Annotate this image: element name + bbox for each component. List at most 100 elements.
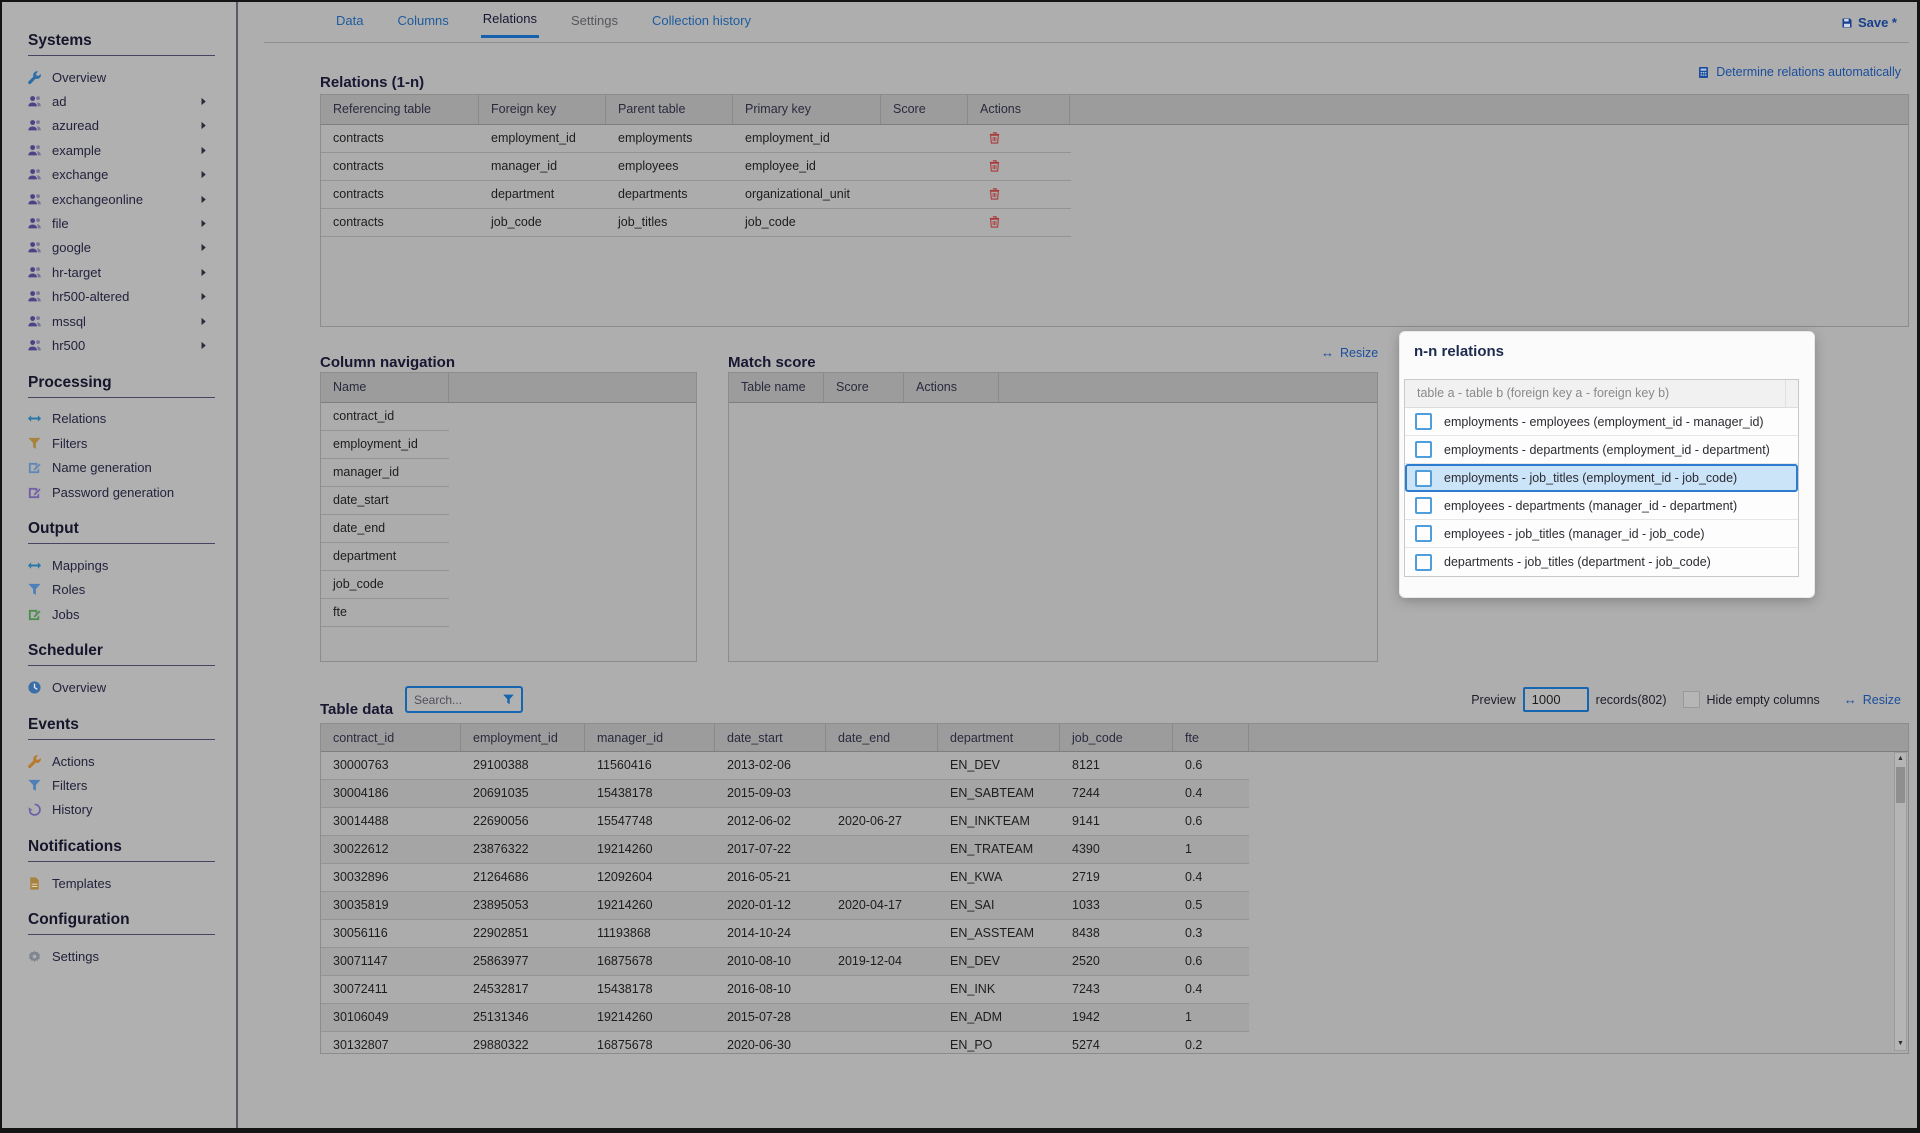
- delete-relation-button[interactable]: [988, 187, 1001, 204]
- nn-relations-table: table a - table b (foreign key a - forei…: [1404, 379, 1799, 577]
- sidebar-item-label: Overview: [52, 70, 106, 85]
- relation-checkbox[interactable]: [1415, 554, 1432, 571]
- sidebar-item-label: Roles: [52, 582, 85, 597]
- nn-relation-row[interactable]: employees - departments (manager_id - de…: [1405, 492, 1798, 520]
- sidebar-item[interactable]: Templates: [2, 871, 236, 895]
- tab[interactable]: Data: [334, 11, 365, 38]
- sidebar-item[interactable]: hr500: [2, 333, 236, 357]
- sidebar-item[interactable]: Relations: [2, 407, 236, 431]
- nn-relation-row[interactable]: departments - job_titles (department - j…: [1405, 548, 1798, 576]
- tab[interactable]: Columns: [395, 11, 450, 38]
- data-row: 30022612 23876322 19214260 2017-07-22 EN…: [321, 836, 1249, 864]
- tab[interactable]: Relations: [481, 11, 539, 38]
- match-score-resize-button[interactable]: ↔ Resize: [1315, 344, 1384, 361]
- arrows-teal-icon: [27, 411, 42, 426]
- relation-checkbox[interactable]: [1415, 413, 1432, 430]
- sidebar-section-title: Scheduler: [28, 640, 236, 662]
- relation-checkbox[interactable]: [1415, 525, 1432, 542]
- users-icon: [27, 338, 42, 353]
- scroll-up-arrow[interactable]: ▲: [1895, 753, 1906, 765]
- parent-table-cell: employments: [606, 125, 733, 152]
- column-header: Actions: [904, 373, 999, 402]
- sidebar-item[interactable]: mssql: [2, 309, 236, 333]
- sidebar-item[interactable]: Roles: [2, 578, 236, 602]
- column-nav-row[interactable]: contract_id: [321, 403, 449, 431]
- filter-funnel-icon[interactable]: [502, 693, 515, 706]
- column-name-cell: date_end: [321, 515, 449, 542]
- sidebar-item[interactable]: exchangeonline: [2, 187, 236, 211]
- column-nav-row[interactable]: fte: [321, 599, 449, 627]
- column-nav-row[interactable]: manager_id: [321, 459, 449, 487]
- delete-relation-button[interactable]: [988, 215, 1001, 232]
- search-input[interactable]: [407, 693, 502, 707]
- users-icon: [27, 192, 42, 207]
- sidebar-item[interactable]: ad: [2, 89, 236, 113]
- clock-blue-icon: [27, 680, 42, 695]
- horizontal-arrows-icon: ↔: [1844, 692, 1857, 707]
- column-nav-row[interactable]: date_end: [321, 515, 449, 543]
- column-header: department: [938, 724, 1060, 751]
- sidebar-item[interactable]: hr-target: [2, 260, 236, 284]
- nn-relation-row[interactable]: employments - job_titles (employment_id …: [1405, 464, 1798, 492]
- sidebar-item[interactable]: Filters: [2, 773, 236, 797]
- scroll-down-arrow[interactable]: ▼: [1895, 1038, 1906, 1050]
- referencing-table-cell: contracts: [321, 209, 479, 236]
- sidebar-item[interactable]: Password generation: [2, 480, 236, 504]
- preview-count-input[interactable]: [1523, 687, 1589, 712]
- sidebar-item-label: exchange: [52, 167, 108, 182]
- sidebar-item[interactable]: Settings: [2, 944, 236, 968]
- save-button[interactable]: Save *: [1835, 14, 1903, 31]
- sidebar-item[interactable]: file: [2, 211, 236, 235]
- column-header: job_code: [1060, 724, 1173, 751]
- nn-relation-row[interactable]: employments - departments (employment_id…: [1405, 436, 1798, 464]
- foreign-key-cell: job_code: [479, 209, 606, 236]
- sidebar-item[interactable]: Overview: [2, 675, 236, 699]
- sidebar-item[interactable]: History: [2, 798, 236, 822]
- relations-table-body: contracts employment_id employments empl…: [321, 125, 1908, 237]
- chevron-right-icon: [199, 243, 208, 252]
- hide-empty-columns-checkbox[interactable]: [1683, 691, 1700, 708]
- vertical-scrollbar[interactable]: ▲ ▼: [1894, 752, 1907, 1051]
- column-name-cell: job_code: [321, 571, 449, 598]
- nn-relations-body: employments - employees (employment_id -…: [1405, 408, 1798, 576]
- sidebar-item[interactable]: google: [2, 236, 236, 260]
- relation-row: contracts employment_id employments empl…: [321, 125, 1071, 153]
- column-header: manager_id: [585, 724, 715, 751]
- relation-checkbox[interactable]: [1415, 441, 1432, 458]
- sidebar-item[interactable]: example: [2, 138, 236, 162]
- sidebar-item[interactable]: Name generation: [2, 455, 236, 479]
- delete-relation-button[interactable]: [988, 131, 1001, 148]
- column-nav-row[interactable]: job_code: [321, 571, 449, 599]
- sidebar-item[interactable]: Filters: [2, 431, 236, 455]
- sidebar-item[interactable]: exchange: [2, 163, 236, 187]
- delete-relation-button[interactable]: [988, 159, 1001, 176]
- column-nav-row[interactable]: department: [321, 543, 449, 571]
- tab[interactable]: Settings: [569, 11, 620, 38]
- foreign-key-cell: manager_id: [479, 153, 606, 180]
- parent-table-cell: departments: [606, 181, 733, 208]
- relation-checkbox[interactable]: [1415, 470, 1432, 487]
- scrollbar-thumb[interactable]: [1896, 767, 1905, 803]
- tab[interactable]: Collection history: [650, 11, 753, 38]
- referencing-table-cell: contracts: [321, 153, 479, 180]
- data-row: 30056116 22902851 11193868 2014-10-24 EN…: [321, 920, 1249, 948]
- sidebar-item[interactable]: Overview: [2, 65, 236, 89]
- sidebar-item[interactable]: hr500-altered: [2, 285, 236, 309]
- section-divider: [28, 934, 215, 935]
- relation-checkbox[interactable]: [1415, 497, 1432, 514]
- sidebar-item[interactable]: azuread: [2, 114, 236, 138]
- nn-relation-row[interactable]: employments - employees (employment_id -…: [1405, 408, 1798, 436]
- determine-relations-button[interactable]: Determine relations automatically: [1691, 64, 1907, 80]
- column-name-cell: employment_id: [321, 431, 449, 458]
- column-nav-row[interactable]: date_start: [321, 487, 449, 515]
- table-data-resize-button[interactable]: ↔ Resize: [1838, 691, 1907, 708]
- chevron-right-icon: [199, 317, 208, 326]
- sidebar-item[interactable]: Mappings: [2, 553, 236, 577]
- sidebar-item[interactable]: Jobs: [2, 602, 236, 626]
- referencing-table-cell: contracts: [321, 181, 479, 208]
- trash-icon: [988, 187, 1001, 201]
- column-name-cell: contract_id: [321, 403, 449, 430]
- sidebar-item[interactable]: Actions: [2, 749, 236, 773]
- column-nav-row[interactable]: employment_id: [321, 431, 449, 459]
- nn-relation-row[interactable]: employees - job_titles (manager_id - job…: [1405, 520, 1798, 548]
